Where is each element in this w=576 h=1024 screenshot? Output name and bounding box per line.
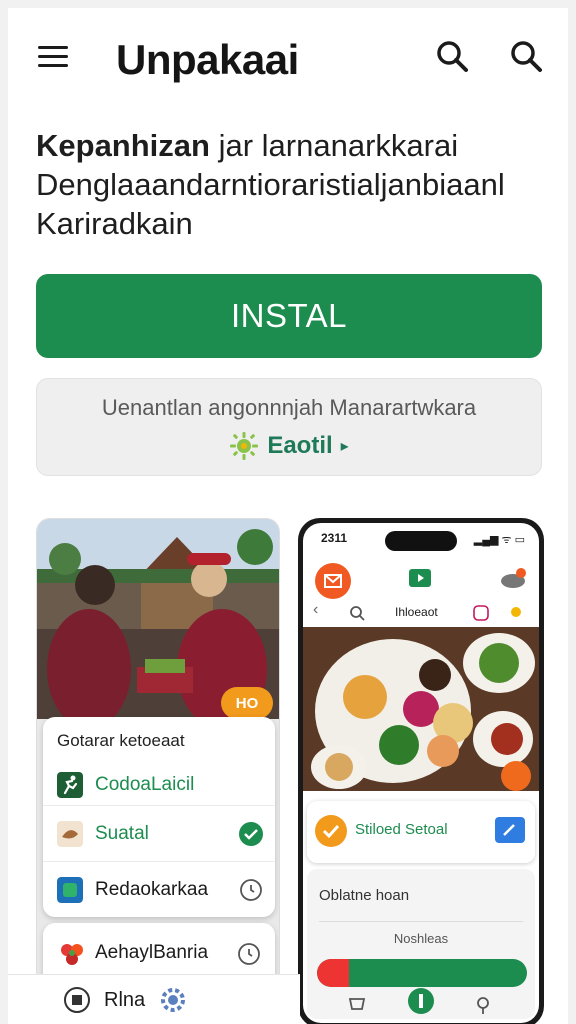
phone-bottom-nav [307,988,535,1019]
headline-bold: Kepanhizan [36,128,210,163]
back-icon[interactable]: ‹ [313,601,318,619]
mail-icon[interactable] [315,563,351,599]
gift-icon[interactable] [473,605,489,621]
action-bar-accent [317,959,349,987]
headline-line1: jar larnanarkkarai [218,128,459,163]
promo-box: Uenantlan angonnnjah Manarartwkara Eaoti… [36,378,542,476]
list-item[interactable]: Suatal [43,805,275,861]
card-title: Gotarar ketoeaat [57,731,185,750]
list-item-label: Suatal [95,822,149,844]
headline-line3: Kariradkain [36,206,193,241]
app-title: Unpakaai [116,36,299,83]
app-headline: Kepanhizan jar larnanarkkarai Denglaaand… [36,126,546,243]
search-icon[interactable] [349,605,365,621]
list-item[interactable]: Redaokarkaa [43,861,275,917]
location-icon[interactable] [473,995,493,1015]
status-time: 2311 [321,531,348,545]
promo-link[interactable]: Eaotil ▸ [37,431,541,461]
category-card: Gotarar ketoeaat CodoaLaicil Suatal Reda… [43,717,275,917]
phone-app-bar-label: Ihloeaot [395,605,438,619]
phone-screen: 2311 ▂▄▆ ᯤ ▭ ‹ Ihloeaot Stiloed Setoal O… [303,523,539,1023]
cart-icon[interactable] [347,995,367,1015]
divider [319,921,523,922]
grid-icon[interactable] [64,987,90,1013]
edit-icon[interactable] [495,817,525,843]
promo-text: Uenantlan angonnnjah Manarartwkara [101,395,477,420]
status-icons: ▂▄▆ ᯤ ▭ [473,534,525,546]
screenshot-left[interactable]: HO Gotarar ketoeaat CodoaLaicil Suatal R… [36,518,280,1024]
install-button[interactable]: INSTAL [36,274,542,358]
bottom-bar-label: Rlna [104,989,146,1011]
video-icon[interactable] [409,569,431,587]
home-icon[interactable] [407,987,435,1015]
app-icon [57,876,83,903]
cookie-icon [57,820,83,847]
app-store-page: Unpakaai Kepanhizan jar larnanarkkarai D… [8,8,568,1024]
check-circle-icon [315,815,347,847]
action-bar[interactable] [317,959,527,987]
screenshot-phone[interactable]: 2311 ▂▄▆ ᯤ ▭ ‹ Ihloeaot Stiloed Setoal O… [298,518,544,1024]
phone-app-bar: ‹ Ihloeaot [303,557,539,627]
hamburger-menu-icon[interactable] [34,38,74,72]
promo-link-label: Eaotil [267,432,333,459]
search-icon[interactable] [434,38,470,74]
info-subtitle: Noshleas [393,931,449,946]
sun-icon[interactable] [507,603,525,621]
cloud-icon[interactable] [499,567,527,589]
top-header: Unpakaai [8,8,568,100]
sun-icon [230,432,259,460]
bottom-bar: Rlna [8,974,300,1024]
secondary-card-label: AehaylBanria [95,942,209,963]
list-item-label: Redaokarkaa [95,878,209,900]
photo-badge: HO [221,687,273,719]
list-item-label: CodoaLaicil [95,774,195,795]
running-figure-icon [57,772,83,798]
clock-icon [238,943,260,965]
check-circle-icon [239,822,263,846]
phone-notch [385,531,457,551]
info-card: Oblatne hoan Noshleas [307,869,535,1019]
clock-icon [240,879,262,901]
chevron-right-icon: ▸ [340,438,349,455]
gear-icon[interactable] [158,985,188,1015]
search-icon-secondary[interactable] [508,38,544,74]
food-badge [501,761,531,791]
headline-line2: Denglaaandarntioraristialjanbiaanl [36,167,505,202]
info-title: Oblatne hoan [319,887,410,904]
flower-icon [61,944,83,965]
order-card[interactable]: Stiloed Setoal [307,801,535,863]
order-label: Stiloed Setoal [355,821,448,838]
